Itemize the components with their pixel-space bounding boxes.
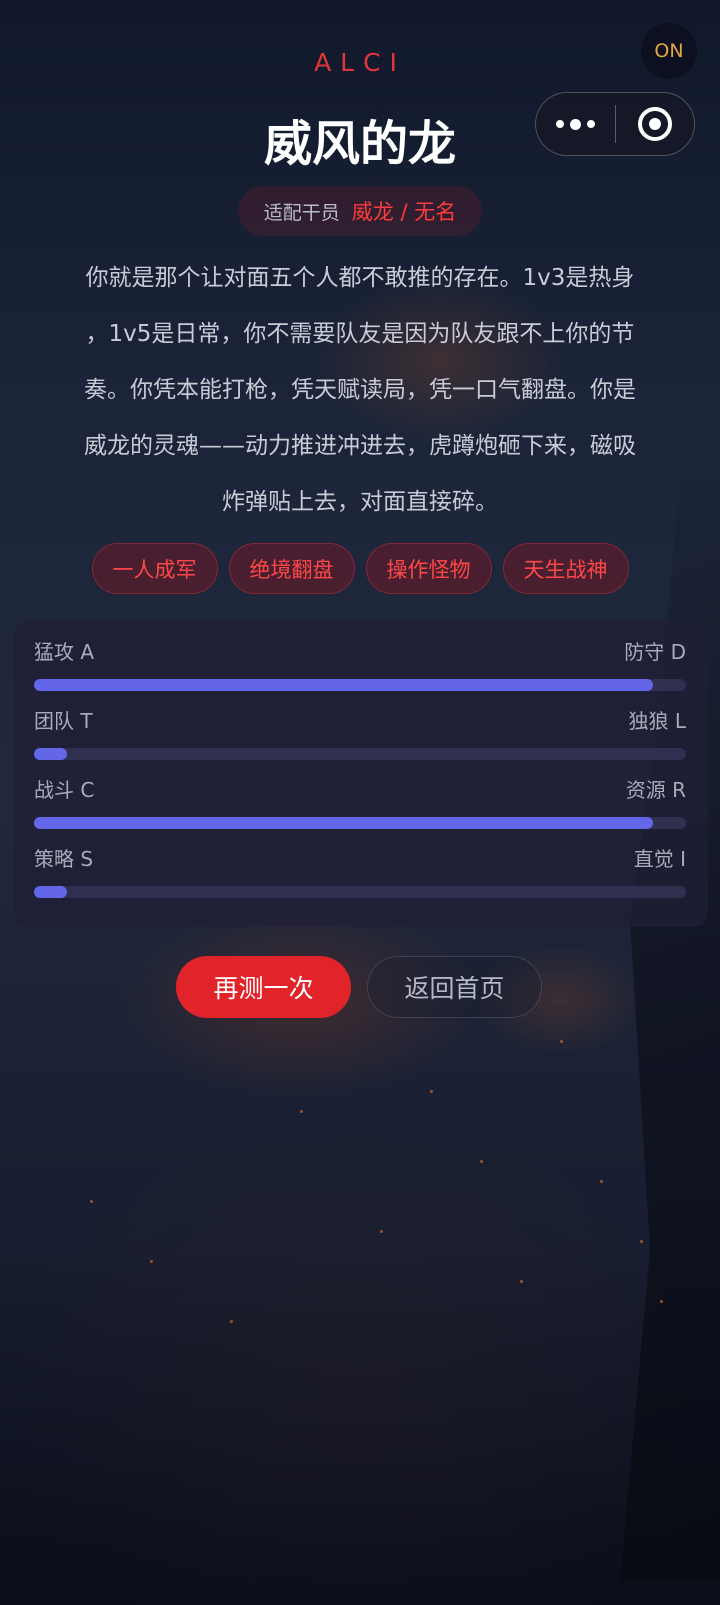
fit-operator-badge: 适配干员 威龙 / 无名 — [238, 186, 482, 236]
fit-value: 威龙 / 无名 — [351, 200, 457, 224]
axis-track — [34, 886, 686, 898]
axis-track — [34, 748, 686, 760]
ember-particle — [600, 1180, 603, 1183]
axis-right-label: 直觉 I — [633, 847, 686, 871]
axis-left-label: 战斗 C — [34, 778, 95, 802]
tag-chip: 天生战神 — [502, 543, 629, 594]
ember-particle — [480, 1160, 483, 1163]
tag-list: 一人成军 绝境翻盘 操作怪物 天生战神 — [0, 543, 720, 594]
axis-combat-resource: 战斗 C 资源 R — [34, 774, 686, 829]
retry-button[interactable]: 再测一次 — [176, 956, 351, 1018]
axis-left-label: 团队 T — [34, 709, 93, 733]
brand-label: ALCI — [314, 48, 406, 77]
axis-attack-defense: 猛攻 A 防守 D — [34, 636, 686, 691]
ember-particle — [300, 1110, 303, 1113]
ember-particle — [90, 1200, 93, 1203]
ember-particle — [150, 1260, 153, 1263]
axis-track — [34, 679, 686, 691]
axis-right-label: 防守 D — [624, 640, 686, 664]
description-line: 炸弹贴上去，对面直接碎。 — [222, 489, 498, 515]
description-line: 威龙的灵魂——动力推进冲进去，虎蹲炮砸下来，磁吸 — [84, 433, 636, 459]
axis-right-label: 资源 R — [625, 778, 686, 802]
axis-fill — [34, 748, 67, 760]
axis-team-solo: 团队 T 独狼 L — [34, 705, 686, 760]
axis-fill — [34, 886, 67, 898]
axis-left-label: 猛攻 A — [34, 640, 95, 664]
axis-fill — [34, 817, 654, 829]
tag-chip: 绝境翻盘 — [228, 543, 355, 594]
axis-track — [34, 817, 686, 829]
trait-axes-panel: 猛攻 A 防守 D 团队 T 独狼 L 战斗 C 资源 R 策略 S 直觉 I — [14, 622, 708, 927]
home-button[interactable]: 返回首页 — [367, 956, 542, 1018]
ember-particle — [560, 1040, 563, 1043]
page-title: 威风的龙 — [263, 116, 456, 172]
description-line: ，1v5是日常，你不需要队友是因为队友跟不上你的节 — [85, 321, 635, 347]
fit-label: 适配干员 — [263, 201, 340, 224]
axis-right-label: 独狼 L — [628, 709, 687, 733]
description-line: 奏。你凭本能打枪，凭天赋读局，凭一口气翻盘。你是 — [84, 377, 636, 403]
description-line: 你就是那个让对面五个人都不敢推的存在。1v3是热身 — [85, 265, 635, 291]
description: 你就是那个让对面五个人都不敢推的存在。1v3是热身 ，1v5是日常，你不需要队友… — [22, 250, 698, 530]
ember-particle — [520, 1280, 523, 1283]
ember-particle — [230, 1320, 233, 1323]
ember-particle — [640, 1240, 643, 1243]
ember-particle — [660, 1300, 663, 1303]
tag-chip: 操作怪物 — [365, 543, 492, 594]
axis-left-label: 策略 S — [34, 847, 94, 871]
axis-fill — [34, 679, 654, 691]
ember-particle — [430, 1090, 433, 1093]
axis-strategy-intuition: 策略 S 直觉 I — [34, 843, 686, 898]
tag-chip: 一人成军 — [91, 543, 218, 594]
background-rubble — [0, 1245, 720, 1605]
ember-particle — [380, 1230, 383, 1233]
